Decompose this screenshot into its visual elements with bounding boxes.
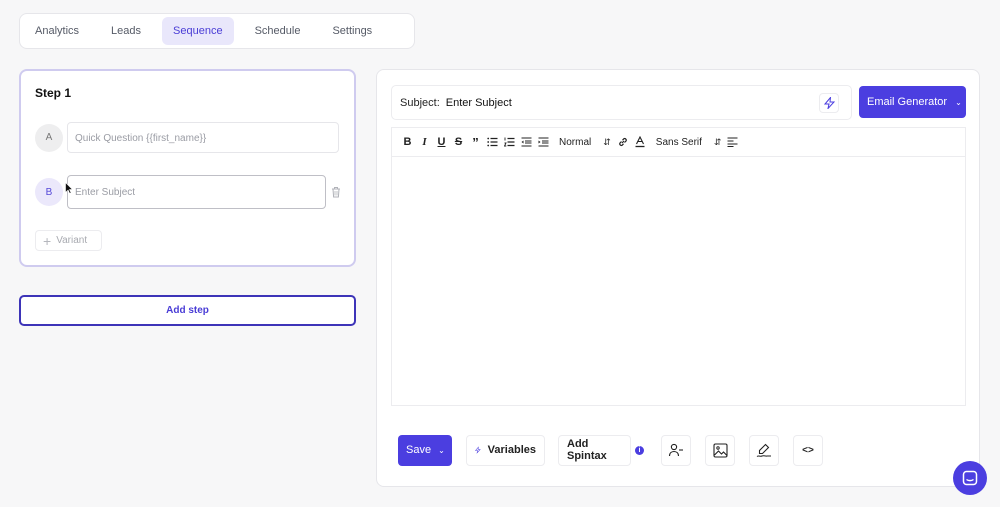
tab-leads[interactable]: Leads bbox=[100, 17, 152, 45]
subject-input[interactable]: Enter Subject bbox=[446, 97, 512, 109]
variant-a-badge: A bbox=[35, 123, 63, 152]
insert-image-button[interactable] bbox=[705, 434, 735, 466]
formatting-toolbar: B I U S ” Normal ⇵ Sans Serif ⇵ bbox=[392, 128, 965, 157]
blockquote-button[interactable]: ” bbox=[470, 135, 481, 150]
font-family-select[interactable]: Sans Serif ⇵ bbox=[656, 137, 722, 148]
support-chat-button[interactable] bbox=[953, 461, 987, 495]
variables-button[interactable]: Variables bbox=[466, 434, 545, 466]
numbered-list-icon[interactable] bbox=[504, 135, 515, 149]
tab-analytics[interactable]: Analytics bbox=[24, 17, 90, 45]
signature-button[interactable] bbox=[749, 434, 779, 466]
variant-row-a: A Quick Question {{first_name}} bbox=[35, 122, 339, 153]
font-family-value: Sans Serif bbox=[655, 136, 702, 148]
updown-icon: ⇵ bbox=[713, 136, 722, 147]
variant-b-subject-input[interactable]: Enter Subject bbox=[67, 175, 326, 209]
step-card[interactable]: Step 1 A Quick Question {{first_name}} B… bbox=[19, 69, 356, 267]
top-tab-bar: Analytics Leads Sequence Schedule Settin… bbox=[19, 13, 415, 49]
indent-icon[interactable] bbox=[538, 135, 549, 149]
subject-bar[interactable]: Subject: Enter Subject bbox=[391, 85, 852, 120]
align-icon[interactable] bbox=[727, 135, 738, 149]
bullet-list-icon[interactable] bbox=[487, 135, 498, 149]
ai-subject-button[interactable] bbox=[819, 93, 839, 113]
add-variant-label: Variant bbox=[56, 235, 88, 246]
plus-icon: + bbox=[43, 232, 52, 249]
signature-icon bbox=[756, 443, 771, 457]
bolt-icon bbox=[475, 446, 481, 454]
text-size-value: Normal bbox=[559, 136, 592, 148]
variant-a-subject-input[interactable]: Quick Question {{first_name}} bbox=[67, 122, 339, 153]
email-body-editor[interactable]: B I U S ” Normal ⇵ Sans Serif ⇵ bbox=[391, 127, 966, 406]
updown-icon: ⇵ bbox=[603, 136, 611, 147]
italic-button[interactable]: I bbox=[419, 135, 430, 149]
underline-button[interactable]: U bbox=[436, 135, 447, 149]
email-generator-label: Email Generator bbox=[867, 96, 948, 108]
save-label: Save bbox=[406, 444, 432, 456]
bold-button[interactable]: B bbox=[402, 135, 413, 149]
bolt-icon bbox=[823, 97, 835, 109]
outdent-icon[interactable] bbox=[521, 135, 532, 149]
chat-icon bbox=[962, 470, 978, 486]
variables-label: Variables bbox=[487, 444, 536, 456]
add-variant-button[interactable]: + Variant bbox=[35, 230, 102, 251]
html-code-button[interactable]: <> bbox=[793, 434, 823, 466]
add-spintax-button[interactable]: Add Spintax bbox=[558, 434, 631, 466]
add-step-button[interactable]: Add step bbox=[19, 295, 356, 326]
subject-label: Subject: bbox=[400, 96, 440, 109]
variant-row-b: B Enter Subject bbox=[35, 175, 341, 209]
link-icon[interactable] bbox=[617, 135, 629, 149]
email-generator-button[interactable]: Email Generator ⌄ bbox=[859, 86, 966, 118]
tab-settings[interactable]: Settings bbox=[321, 17, 383, 45]
user-minus-icon bbox=[668, 443, 683, 457]
strikethrough-button[interactable]: S bbox=[453, 135, 464, 149]
save-button[interactable]: Save ⌄ bbox=[398, 434, 452, 466]
step-title: Step 1 bbox=[35, 86, 72, 100]
tab-schedule[interactable]: Schedule bbox=[244, 17, 312, 45]
editor-action-bar: Save ⌄ Variables Add Spintax i <> bbox=[398, 434, 823, 466]
tab-sequence[interactable]: Sequence bbox=[162, 17, 234, 45]
variant-b-badge: B bbox=[35, 178, 63, 206]
text-color-icon[interactable] bbox=[635, 135, 646, 149]
email-editor-panel: Subject: Enter Subject Email Generator ⌄… bbox=[376, 69, 980, 487]
trash-icon[interactable] bbox=[331, 186, 341, 198]
chevron-down-icon: ⌄ bbox=[955, 97, 962, 107]
text-size-select[interactable]: Normal ⇵ bbox=[559, 137, 611, 148]
info-icon[interactable]: i bbox=[635, 445, 644, 455]
chevron-down-icon: ⌄ bbox=[438, 445, 445, 455]
remove-contact-button[interactable] bbox=[661, 434, 691, 466]
mouse-cursor-icon bbox=[65, 182, 73, 194]
image-icon bbox=[712, 442, 728, 458]
